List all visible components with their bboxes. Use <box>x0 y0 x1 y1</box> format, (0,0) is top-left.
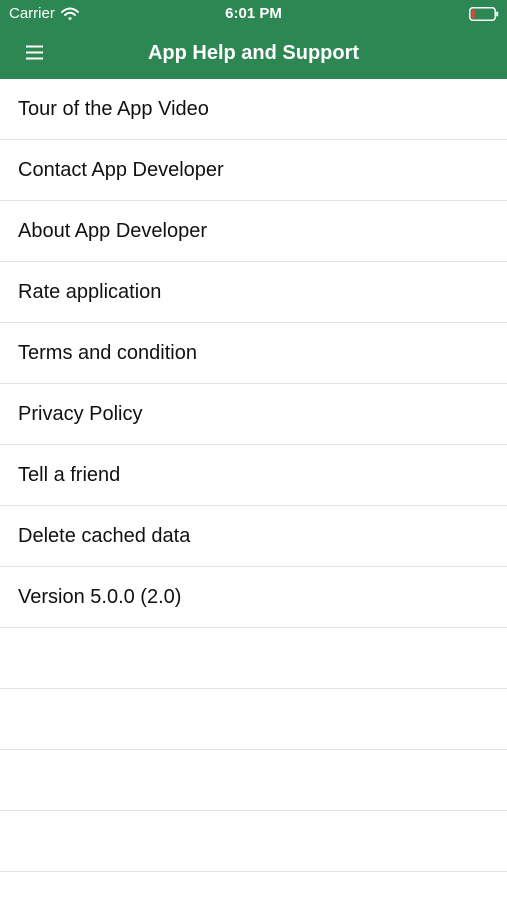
menu-item-version[interactable]: Version 5.0.0 (2.0) <box>0 567 507 628</box>
empty-row <box>0 811 507 872</box>
menu-item-contact-developer[interactable]: Contact App Developer <box>0 140 507 201</box>
menu-item-delete-cache[interactable]: Delete cached data <box>0 506 507 567</box>
page-title: App Help and Support <box>147 42 360 64</box>
empty-row <box>0 628 507 689</box>
empty-row <box>0 750 507 811</box>
status-bar: Carrier 6:01 PM <box>0 0 507 28</box>
battery-level <box>471 9 475 19</box>
battery-low-icon <box>469 7 499 21</box>
empty-row <box>0 689 507 750</box>
menu-item-tell-friend[interactable]: Tell a friend <box>0 445 507 506</box>
menu-item-privacy-policy[interactable]: Privacy Policy <box>0 384 507 445</box>
header: Carrier 6:01 PM App Help and Support <box>0 0 507 79</box>
status-time: 6:01 PM <box>225 5 282 22</box>
navigation-bar: App Help and Support <box>0 28 507 79</box>
menu-item-rate-application[interactable]: Rate application <box>0 262 507 323</box>
app-screen: Carrier 6:01 PM App Help and Support Tou… <box>0 0 507 900</box>
menu-item-terms[interactable]: Terms and condition <box>0 323 507 384</box>
menu-item-tour-video[interactable]: Tour of the App Video <box>0 79 507 140</box>
menu-item-about-developer[interactable]: About App Developer <box>0 201 507 262</box>
help-menu-list: Tour of the App Video Contact App Develo… <box>0 79 507 872</box>
